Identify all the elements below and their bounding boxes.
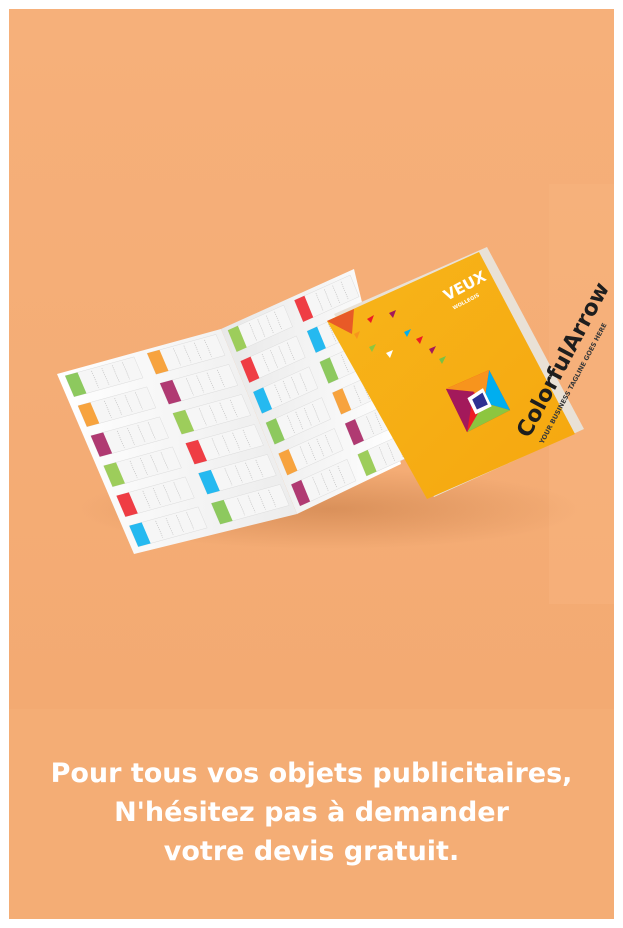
caption-line-3: votre devis gratuit. [163,836,460,867]
caption-line-2: N'hésitez pas à demander [114,797,509,828]
brochure-photo: ColorfulArrow YOUR BUSINESS TAGLINE GOES… [9,9,614,709]
promo-frame: ColorfulArrow YOUR BUSINESS TAGLINE GOES… [9,9,614,919]
call-to-action-caption: Pour tous vos objets publicitaires, N'hé… [9,754,614,871]
caption-line-1: Pour tous vos objets publicitaires, [50,758,573,789]
